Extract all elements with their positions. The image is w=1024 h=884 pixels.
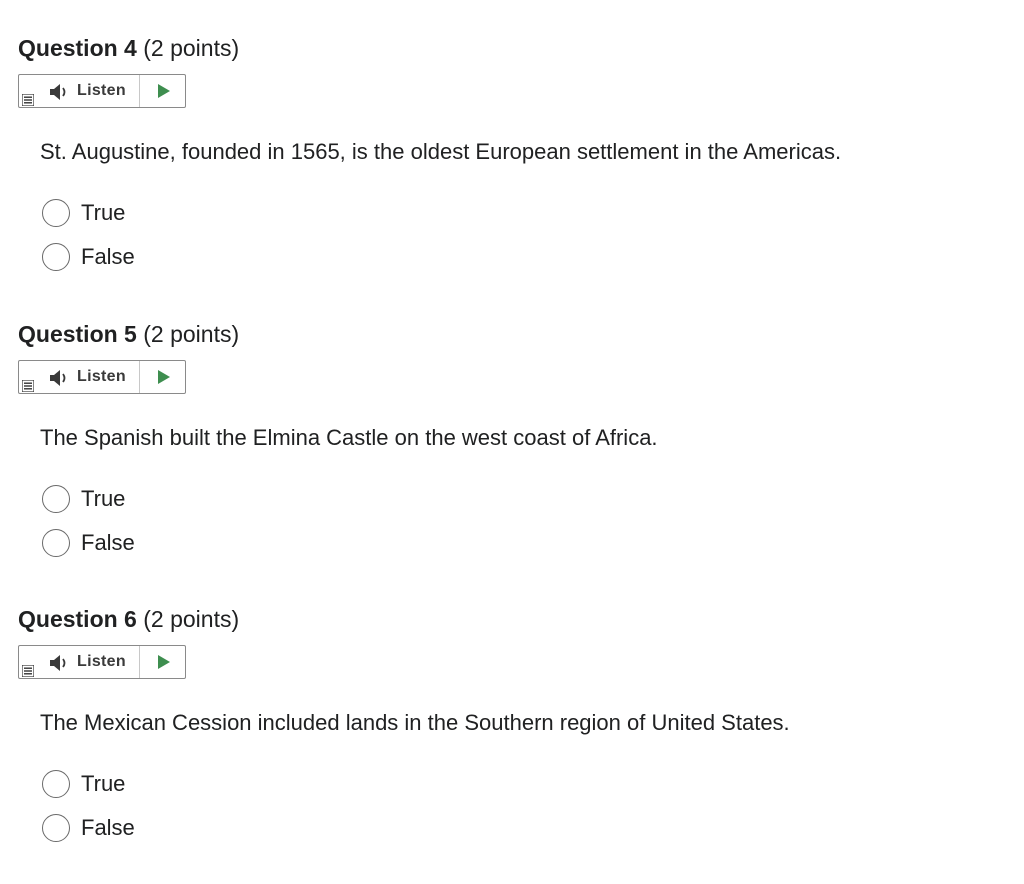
question-number: Question 4 bbox=[18, 35, 137, 61]
option-false[interactable]: False bbox=[42, 241, 135, 273]
radio-button[interactable] bbox=[42, 243, 70, 271]
option-label: True bbox=[81, 486, 126, 511]
question-5: Question 5 (2 points) Listen The Spanish… bbox=[18, 320, 998, 560]
option-label: False bbox=[81, 815, 135, 840]
listen-widget: Listen bbox=[18, 645, 186, 679]
question-title: Question 6 (2 points) bbox=[18, 605, 998, 633]
question-points: (2 points) bbox=[143, 606, 240, 632]
option-true[interactable]: True bbox=[42, 197, 125, 229]
question-points: (2 points) bbox=[143, 321, 240, 347]
option-false[interactable]: False bbox=[42, 812, 135, 844]
play-button[interactable] bbox=[140, 75, 185, 107]
listen-button[interactable]: Listen bbox=[19, 361, 140, 393]
radio-button[interactable] bbox=[42, 485, 70, 513]
speaker-icon bbox=[50, 655, 66, 671]
option-label: False bbox=[81, 244, 135, 269]
radio-button[interactable] bbox=[42, 199, 70, 227]
radio-button[interactable] bbox=[42, 529, 70, 557]
listen-widget: Listen bbox=[18, 360, 186, 394]
question-4: Question 4 (2 points) Listen St. Augusti… bbox=[18, 34, 998, 274]
question-title: Question 4 (2 points) bbox=[18, 34, 998, 62]
question-title: Question 5 (2 points) bbox=[18, 320, 998, 348]
radio-button[interactable] bbox=[42, 770, 70, 798]
play-button[interactable] bbox=[140, 646, 185, 678]
play-icon bbox=[157, 655, 170, 669]
listen-label: Listen bbox=[77, 82, 126, 99]
question-text: The Mexican Cession included lands in th… bbox=[40, 710, 790, 735]
speaker-icon bbox=[50, 370, 66, 386]
question-text: The Spanish built the Elmina Castle on t… bbox=[40, 425, 658, 450]
radio-button[interactable] bbox=[42, 814, 70, 842]
listen-widget: Listen bbox=[18, 74, 186, 108]
listen-label: Listen bbox=[77, 368, 126, 385]
menu-icon[interactable] bbox=[22, 380, 34, 392]
question-text: St. Augustine, founded in 1565, is the o… bbox=[40, 139, 842, 164]
play-icon bbox=[157, 370, 170, 384]
question-number: Question 6 bbox=[18, 606, 137, 632]
option-label: True bbox=[81, 771, 126, 796]
question-points: (2 points) bbox=[143, 35, 240, 61]
menu-icon[interactable] bbox=[22, 665, 34, 677]
play-button[interactable] bbox=[140, 361, 185, 393]
listen-button[interactable]: Listen bbox=[19, 75, 140, 107]
option-false[interactable]: False bbox=[42, 527, 135, 559]
question-number: Question 5 bbox=[18, 321, 137, 347]
option-true[interactable]: True bbox=[42, 483, 125, 515]
option-label: False bbox=[81, 530, 135, 555]
listen-label: Listen bbox=[77, 653, 126, 670]
listen-button[interactable]: Listen bbox=[19, 646, 140, 678]
speaker-icon bbox=[50, 84, 66, 100]
option-true[interactable]: True bbox=[42, 768, 125, 800]
play-icon bbox=[157, 84, 170, 98]
menu-icon[interactable] bbox=[22, 94, 34, 106]
question-6: Question 6 (2 points) Listen The Mexican… bbox=[18, 605, 998, 850]
option-label: True bbox=[81, 200, 126, 225]
